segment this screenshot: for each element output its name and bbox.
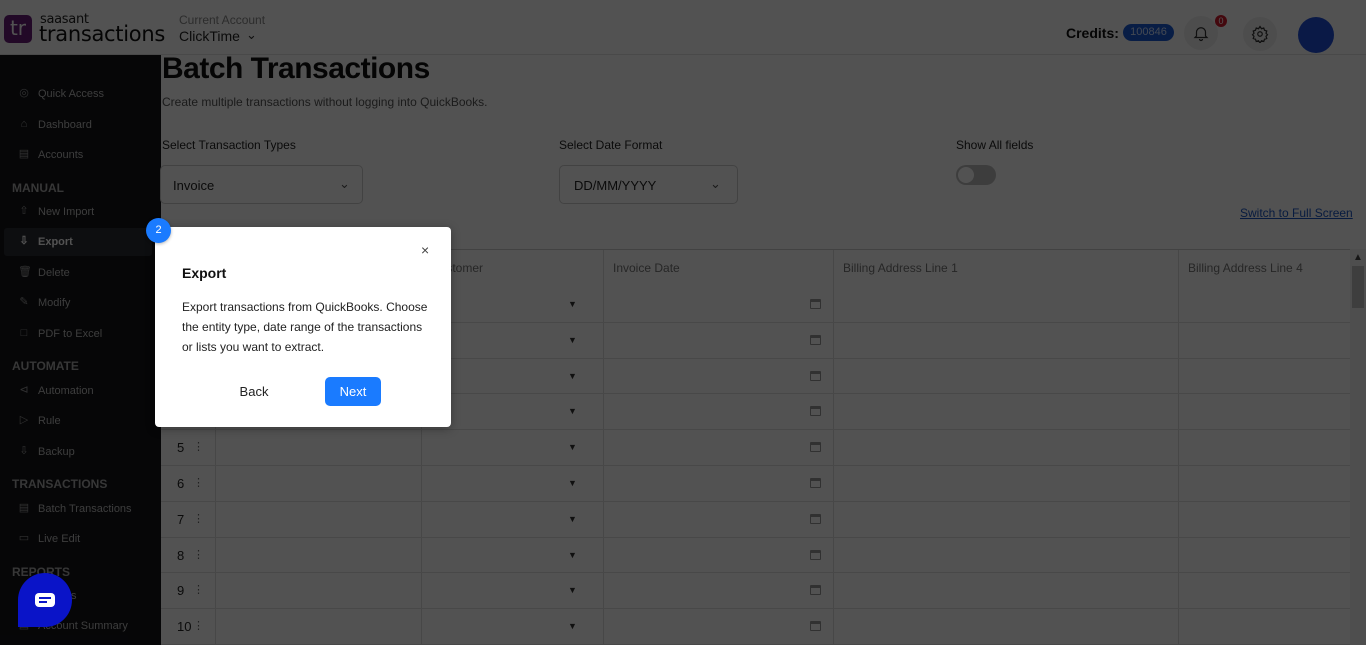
dialog-body: Export transactions from QuickBooks. Cho… bbox=[182, 300, 428, 354]
back-button[interactable]: Back bbox=[225, 377, 283, 406]
app-root: tr saasant transactions Current Account … bbox=[0, 0, 1366, 645]
step-badge: 2 bbox=[146, 218, 171, 243]
next-button[interactable]: Next bbox=[325, 377, 381, 406]
chat-icon bbox=[35, 593, 55, 607]
dialog-title: Export bbox=[182, 265, 227, 281]
chat-widget-button[interactable] bbox=[18, 573, 72, 627]
close-icon[interactable]: × bbox=[421, 242, 429, 258]
tour-dialog: × Export Export transactions from QuickB… bbox=[155, 227, 451, 427]
